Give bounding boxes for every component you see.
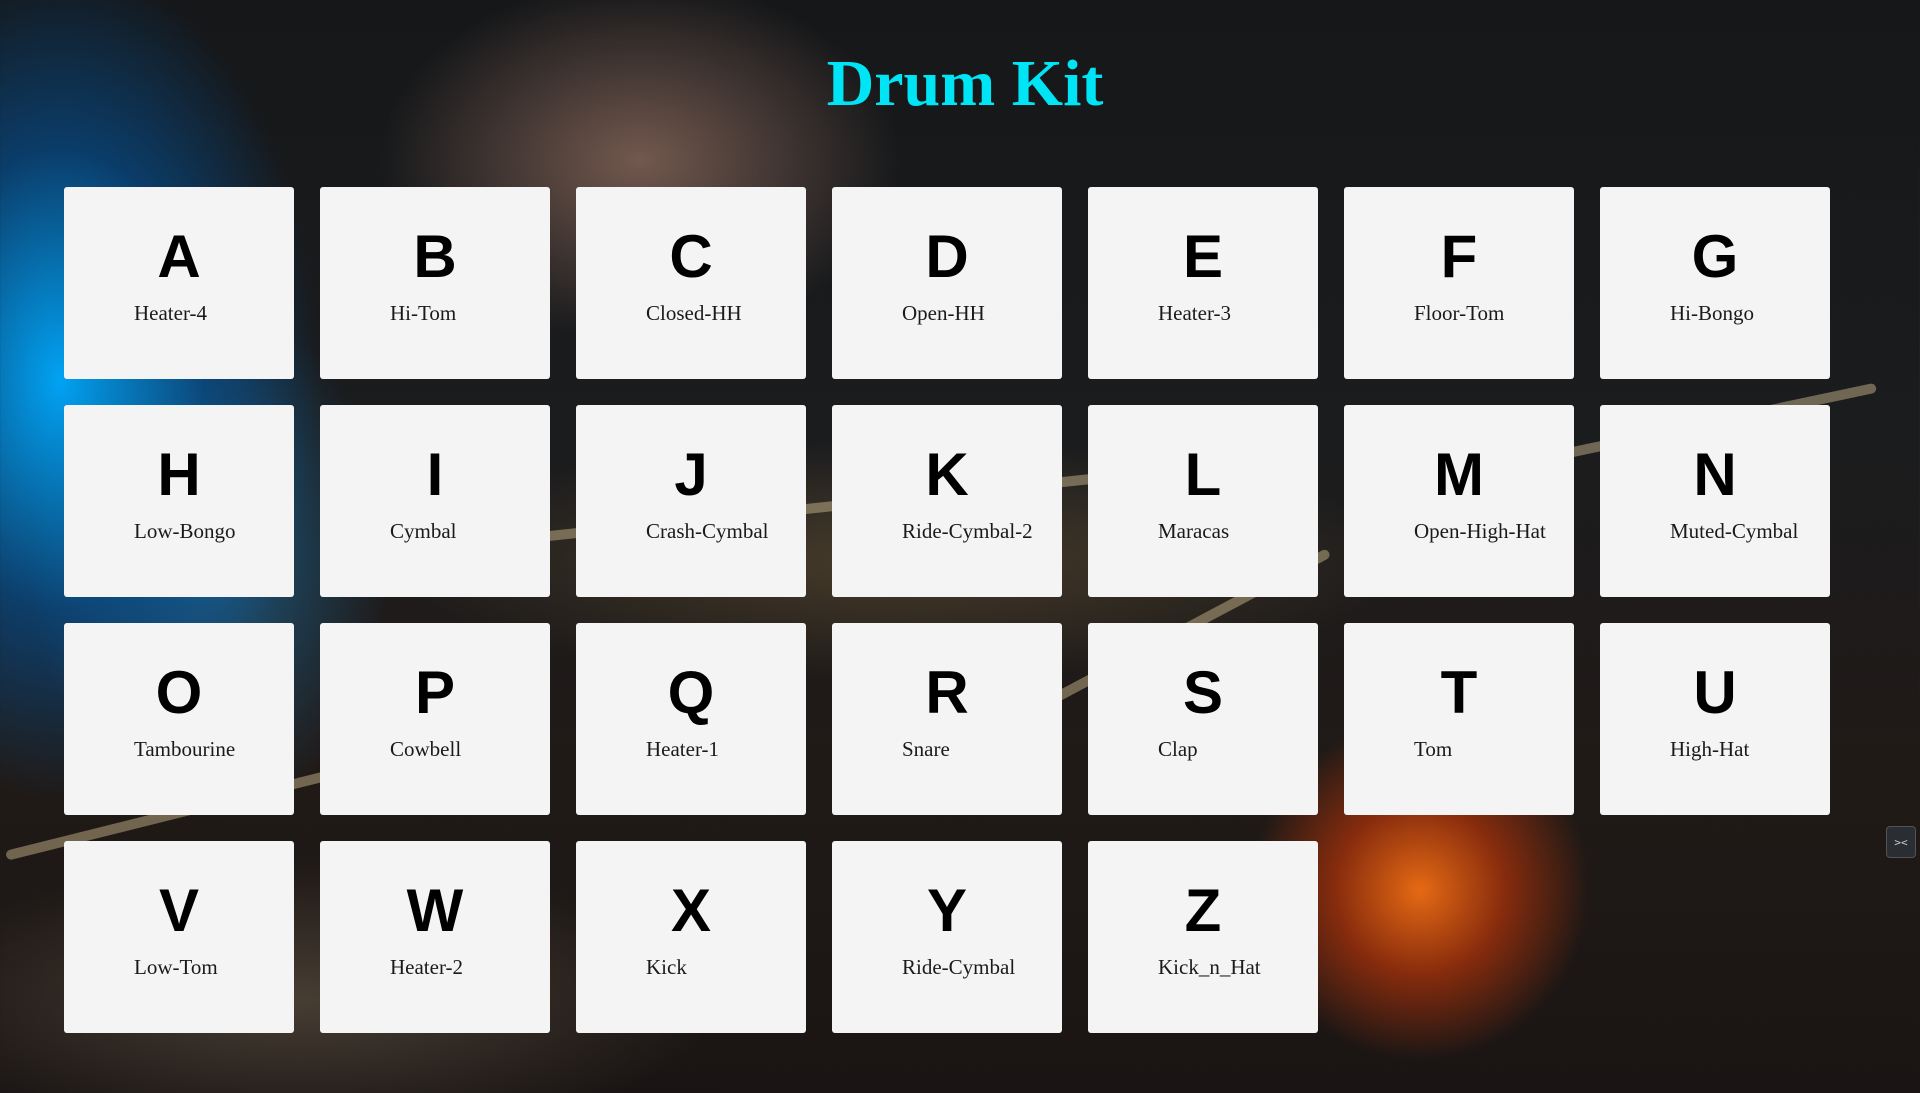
pad-key-letter: L <box>1184 441 1222 508</box>
pad-key-letter: E <box>1182 223 1224 290</box>
collapse-arrows-icon: >< <box>1894 835 1908 849</box>
drum-pad-n[interactable]: N Muted-Cymbal <box>1600 405 1830 597</box>
pad-key-letter: O <box>155 659 203 726</box>
side-panel-toggle-button[interactable]: >< <box>1886 826 1916 858</box>
drum-pad-b[interactable]: B Hi-Tom <box>320 187 550 379</box>
pad-key-letter: U <box>1693 659 1737 726</box>
pad-key-letter: F <box>1440 223 1478 290</box>
pad-key-letter: C <box>669 223 713 290</box>
pad-key-letter: D <box>925 223 969 290</box>
drum-pad-o[interactable]: O Tambourine <box>64 623 294 815</box>
pad-sound-label: Heater-1 <box>646 737 720 761</box>
pad-key-letter: J <box>674 441 708 508</box>
pad-sound-label: Kick <box>646 955 687 979</box>
pad-key-letter: T <box>1440 659 1478 726</box>
pad-key-letter: X <box>670 877 712 944</box>
drum-pad-r[interactable]: R Snare <box>832 623 1062 815</box>
pad-sound-label: Maracas <box>1158 519 1230 543</box>
pad-sound-label: Hi-Bongo <box>1670 301 1754 325</box>
pad-key-letter: R <box>925 659 969 726</box>
drum-pad-c[interactable]: C Closed-HH <box>576 187 806 379</box>
drum-pad-d[interactable]: D Open-HH <box>832 187 1062 379</box>
drum-pad-f[interactable]: F Floor-Tom <box>1344 187 1574 379</box>
pad-sound-label: Snare <box>902 737 950 761</box>
pad-key-letter: M <box>1434 441 1484 508</box>
drum-pad-i[interactable]: I Cymbal <box>320 405 550 597</box>
pad-key-letter: Y <box>926 877 968 944</box>
drum-pad-e[interactable]: E Heater-3 <box>1088 187 1318 379</box>
drum-pad-h[interactable]: H Low-Bongo <box>64 405 294 597</box>
drum-pad-g[interactable]: G Hi-Bongo <box>1600 187 1830 379</box>
pad-sound-label: Closed-HH <box>646 301 742 325</box>
drum-pad-l[interactable]: L Maracas <box>1088 405 1318 597</box>
pad-key-letter: H <box>157 441 201 508</box>
pad-sound-label: Clap <box>1158 737 1198 761</box>
pad-key-letter: V <box>158 877 200 944</box>
drum-pad-grid: A Heater-4 B Hi-Tom C Closed-HH D Open-H… <box>64 187 1834 1033</box>
pad-key-letter: P <box>414 659 456 726</box>
pad-sound-label: Tambourine <box>134 737 236 761</box>
drum-pad-s[interactable]: S Clap <box>1088 623 1318 815</box>
pad-sound-label: Muted-Cymbal <box>1670 519 1799 543</box>
drum-pad-j[interactable]: J Crash-Cymbal <box>576 405 806 597</box>
pad-sound-label: Tom <box>1414 737 1453 761</box>
page-title: Drum Kit <box>826 47 1104 120</box>
pad-sound-label: Open-HH <box>902 301 985 325</box>
pad-key-letter: K <box>925 441 969 508</box>
pad-sound-label: Heater-2 <box>390 955 464 979</box>
drum-pad-v[interactable]: V Low-Tom <box>64 841 294 1033</box>
pad-sound-label: Kick_n_Hat <box>1158 955 1261 979</box>
pad-key-letter: B <box>413 223 457 290</box>
pad-sound-label: Low-Tom <box>134 955 218 979</box>
drum-pad-z[interactable]: Z Kick_n_Hat <box>1088 841 1318 1033</box>
pad-key-letter: I <box>426 441 444 508</box>
pad-key-letter: N <box>1693 441 1737 508</box>
pad-sound-label: Low-Bongo <box>134 519 236 543</box>
drum-pad-m[interactable]: M Open-High-Hat <box>1344 405 1574 597</box>
pad-sound-label: Heater-4 <box>134 301 208 325</box>
pad-sound-label: Floor-Tom <box>1414 301 1505 325</box>
drum-pad-p[interactable]: P Cowbell <box>320 623 550 815</box>
pad-key-letter: A <box>157 223 201 290</box>
pad-key-letter: G <box>1691 223 1739 290</box>
pad-sound-label: Hi-Tom <box>390 301 457 325</box>
pad-sound-label: Crash-Cymbal <box>646 519 769 543</box>
pad-key-letter: S <box>1182 659 1224 726</box>
pad-sound-label: Ride-Cymbal-2 <box>902 519 1033 543</box>
pad-sound-label: High-Hat <box>1670 737 1750 761</box>
pad-key-letter: Q <box>667 659 715 726</box>
drum-pad-k[interactable]: K Ride-Cymbal-2 <box>832 405 1062 597</box>
pad-sound-label: Heater-3 <box>1158 301 1232 325</box>
pad-key-letter: Z <box>1184 877 1222 944</box>
drum-pad-y[interactable]: Y Ride-Cymbal <box>832 841 1062 1033</box>
drum-pad-q[interactable]: Q Heater-1 <box>576 623 806 815</box>
pad-sound-label: Cymbal <box>390 519 457 543</box>
drum-pad-u[interactable]: U High-Hat <box>1600 623 1830 815</box>
pad-key-letter: W <box>406 877 464 944</box>
pad-sound-label: Ride-Cymbal <box>902 955 1016 979</box>
drum-pad-x[interactable]: X Kick <box>576 841 806 1033</box>
pad-sound-label: Cowbell <box>390 737 462 761</box>
drum-pad-a[interactable]: A Heater-4 <box>64 187 294 379</box>
drum-pad-w[interactable]: W Heater-2 <box>320 841 550 1033</box>
drum-pad-t[interactable]: T Tom <box>1344 623 1574 815</box>
pad-sound-label: Open-High-Hat <box>1414 519 1546 543</box>
